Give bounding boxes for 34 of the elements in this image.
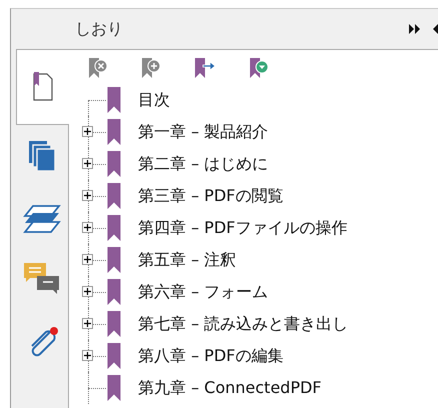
bookmark-item[interactable]: 第三章 – PDFの閲覧 [138,186,284,206]
bookmark-icon [106,183,122,209]
panel-title: しおり [75,18,124,40]
bookmark-item[interactable]: 第六章 – フォーム [138,282,268,302]
bookmark-item[interactable]: 第四章 – PDFファイルの操作 [138,218,348,238]
bookmark-item[interactable]: 目次 [138,90,170,110]
expand-toggle[interactable] [82,350,93,361]
bookmark-icon [106,343,122,369]
bookmark-icon [106,279,122,305]
bookmark-icon [106,311,122,337]
bookmark-item[interactable]: 第九章 – ConnectedPDF [138,378,322,398]
bookmark-icon [106,215,122,241]
bookmark-item[interactable]: 第二章 – はじめに [138,154,268,174]
expand-toggle[interactable] [82,254,93,265]
bookmark-item[interactable]: 第七章 – 読み込みと書き出し [138,314,348,334]
bookmark-item[interactable]: 第五章 – 注釈 [138,250,236,270]
bookmark-icon [106,247,122,273]
expand-toggle[interactable] [82,318,93,329]
bookmark-icon [106,375,122,401]
expand-toggle[interactable] [82,158,93,169]
bookmark-item[interactable]: 第八章 – PDFの編集 [138,346,284,366]
expand-toggle[interactable] [82,222,93,233]
expand-toggle[interactable] [82,190,93,201]
pages-icon [27,139,57,173]
collapse-icon[interactable] [433,23,438,35]
bookmark-page-icon [32,72,54,102]
expand-toggle[interactable] [82,286,93,297]
bookmark-icon [106,151,122,177]
expand-toggle[interactable] [82,126,93,137]
expand-icon[interactable] [409,24,421,34]
side-tab[interactable] [16,49,69,125]
bookmark-icon [106,87,122,113]
bookmark-icon [106,119,122,145]
bookmark-item[interactable]: 第一章 – 製品紹介 [138,122,268,142]
